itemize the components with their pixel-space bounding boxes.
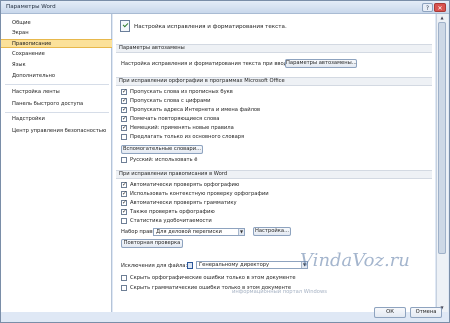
sidebar-divider xyxy=(5,112,109,113)
sidebar-divider xyxy=(5,84,109,85)
checkbox-label: Пропускать слова из прописных букв xyxy=(130,89,233,95)
chevron-down-icon[interactable]: ▼ xyxy=(238,229,244,235)
sidebar-item-addins[interactable]: Надстройки xyxy=(1,115,112,124)
exceptions-file-value: Генеральному директору xyxy=(199,262,270,268)
checkbox-label: Скрыть орфографические ошибки только в э… xyxy=(130,275,296,281)
checkbox-label: Также проверять орфографию xyxy=(130,209,215,215)
help-button[interactable]: ? xyxy=(422,3,433,12)
sidebar-item-display[interactable]: Экран xyxy=(1,29,112,38)
scrollbar-thumb[interactable] xyxy=(438,22,446,254)
custom-dictionaries-button[interactable]: Вспомогательные словари... xyxy=(121,145,203,154)
checkbox-box[interactable]: ✓ xyxy=(121,191,127,197)
recheck-document-button[interactable]: Повторная проверка xyxy=(121,239,183,248)
sidebar-item-language[interactable]: Язык xyxy=(1,61,112,70)
sidebar-item-save[interactable]: Сохранение xyxy=(1,50,112,59)
checkbox-box[interactable] xyxy=(121,134,127,140)
checkbox-box[interactable]: ✓ xyxy=(121,89,127,95)
window-title: Параметры Word xyxy=(6,4,56,10)
checkbox-box[interactable]: ✓ xyxy=(121,209,127,215)
sidebar-item-advanced[interactable]: Дополнительно xyxy=(1,72,112,81)
checkbox-box[interactable]: ✓ xyxy=(121,107,127,113)
checkbox-box[interactable]: ✓ xyxy=(121,116,127,122)
exceptions-label: Исключения для файла: xyxy=(121,263,188,269)
scroll-up-arrow-icon[interactable]: ▲ xyxy=(438,15,446,21)
abc-check-icon xyxy=(120,20,130,32)
office-spelling-section-header: При исправлении орфографии в программах … xyxy=(116,77,432,86)
ruleset-value: Для деловой переписки xyxy=(156,229,222,235)
checkbox-label: Пропускать адреса Интернета и имена файл… xyxy=(130,107,261,113)
checkbox-label: Статистика удобочитаемости xyxy=(130,218,212,224)
checkbox-label: Помечать повторяющиеся слова xyxy=(130,116,220,122)
checkbox-box[interactable]: ✓ xyxy=(121,98,127,104)
checkbox-box[interactable] xyxy=(121,218,127,224)
autocorrect-section-header: Параметры автозамены xyxy=(116,44,432,53)
checkbox-box[interactable] xyxy=(121,157,127,163)
checkbox-box[interactable]: ✓ xyxy=(121,200,127,206)
checkbox-box[interactable]: ✓ xyxy=(121,182,127,188)
word-document-icon xyxy=(187,262,193,269)
sidebar-item-general[interactable]: Общие xyxy=(1,19,112,28)
autocorrect-options-button[interactable]: Параметры автозамены... xyxy=(285,59,357,68)
checkbox-box[interactable]: ✓ xyxy=(121,125,127,131)
title-bar: Параметры Word ? ✕ xyxy=(1,1,449,14)
autocorrect-description: Настройка исправления и форматирования т… xyxy=(121,61,293,67)
checkbox-label: Автоматически проверять орфографию xyxy=(130,182,240,188)
checkbox-label: Использовать контекстную проверку орфогр… xyxy=(130,191,269,197)
exceptions-file-select[interactable]: Генеральному директору ▼ xyxy=(196,261,308,269)
checkbox-box[interactable] xyxy=(121,275,127,281)
watermark-logo: VindaVoz.ru xyxy=(300,250,410,271)
grammar-settings-button[interactable]: Настройка... xyxy=(253,227,291,236)
page-header: Настройка исправления и форматирования т… xyxy=(134,24,287,30)
cancel-button[interactable]: Отмена xyxy=(410,307,442,318)
sidebar-item-customize-ribbon[interactable]: Настройка ленты xyxy=(1,88,112,97)
checkbox-label: Немецкий: применять новые правила xyxy=(130,125,234,131)
sidebar-item-trust-center[interactable]: Центр управления безопасностью xyxy=(1,127,112,136)
ok-button[interactable]: ОК xyxy=(374,307,406,318)
ruleset-select[interactable]: Для деловой переписки ▼ xyxy=(153,228,245,236)
checkbox-label: Автоматически проверять грамматику xyxy=(130,200,237,206)
checkbox-label: Пропускать слова с цифрами xyxy=(130,98,211,104)
sidebar-item-proofing[interactable]: Правописание xyxy=(1,39,112,48)
checkbox-label: Русский: использовать ё xyxy=(130,157,198,163)
sidebar: Общие Экран Правописание Сохранение Язык… xyxy=(1,14,112,312)
word-spelling-section-header: При исправлении правописания в Word xyxy=(116,170,432,179)
watermark-subtext: информационный портал Windows xyxy=(232,289,327,295)
sidebar-item-quick-access[interactable]: Панель быстрого доступа xyxy=(1,100,112,109)
close-button[interactable]: ✕ xyxy=(434,3,446,12)
checkbox-label: Предлагать только из основного словаря xyxy=(130,134,245,140)
checkbox-box[interactable] xyxy=(121,285,127,291)
